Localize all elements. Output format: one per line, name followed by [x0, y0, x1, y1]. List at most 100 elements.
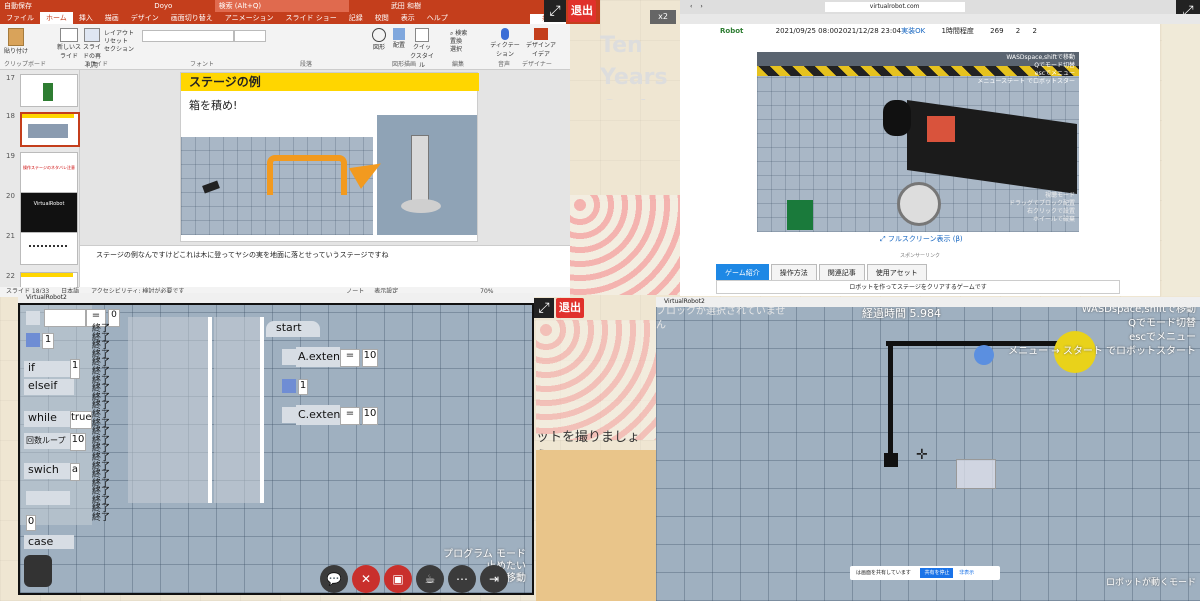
ppt-titlebar: 自動保存 Doyo 検索 (Alt+Q) 武田 和樹	[0, 0, 600, 12]
ppt-tab[interactable]: 表示	[395, 12, 421, 24]
design-ideas-button[interactable]: デザインアイデア	[524, 28, 558, 58]
ppt-tab[interactable]: ヘルプ	[421, 12, 454, 24]
fullscreen-link[interactable]: ⤢ フルスクリーン表示 (β)	[880, 234, 963, 244]
joint-marker	[974, 345, 994, 365]
ppt-tab[interactable]: ホーム	[40, 12, 73, 24]
forward-icon[interactable]: ›	[700, 3, 702, 10]
game-video[interactable]: WASDspace,shiftで移動 Qでモード切替 escでメニュー メニューステー…	[757, 52, 1079, 232]
slide-screenshot-box	[377, 115, 477, 235]
reuse-icon	[84, 28, 100, 42]
ppt-tab[interactable]: 描画	[99, 12, 125, 24]
current-slide[interactable]: ステージの例 箱を積め!	[180, 72, 479, 242]
sim-mode-label: ロボットが動くモード	[1105, 578, 1196, 588]
fullscreen-icon-editor[interactable]: ⤢	[534, 298, 554, 318]
wait-val-slot[interactable]: 1	[42, 333, 54, 349]
leave-icon[interactable]: ⇥	[480, 565, 508, 593]
fullscreen-icon[interactable]: ⤢	[544, 0, 566, 22]
meeting-pattern-strip-2	[536, 320, 656, 440]
ppt-tab[interactable]: ファイル	[0, 12, 40, 24]
robot-arm-vertical	[888, 341, 893, 461]
slide-thumb-20[interactable]: VirtualRobot	[20, 192, 78, 233]
while-block[interactable]: while	[24, 411, 74, 427]
wait-block-icon[interactable]	[26, 333, 40, 347]
exit-button-top[interactable]: 退出	[568, 0, 596, 22]
palm-icon	[43, 83, 53, 101]
slide-icon	[60, 28, 78, 42]
video-help-line: ホイールで破棄	[1032, 216, 1075, 223]
new-slide-button[interactable]: 新しいスライド	[56, 28, 82, 60]
program-assign-1-var[interactable]: A.extend	[296, 347, 347, 367]
video-off-icon[interactable]: ▣	[384, 565, 412, 593]
shapes-icon	[372, 28, 386, 42]
program-assign-2-var[interactable]: C.extend	[296, 405, 347, 425]
while-cond-slot[interactable]: true	[70, 411, 92, 429]
back-icon[interactable]: ‹	[690, 3, 692, 10]
assign-var-slot[interactable]	[44, 309, 86, 327]
font-name-select[interactable]	[142, 30, 234, 42]
game-description: ロボットを作ってステージをクリアするゲームです	[716, 280, 1120, 294]
start-block[interactable]: start	[266, 321, 320, 337]
loop-count-slot[interactable]: 10	[70, 433, 86, 451]
simulator-view[interactable]: ブロックが選択されていません ✛ 経過時間 5.984 WASDspace,sh…	[656, 297, 1200, 601]
loop-block[interactable]: 回数ループ	[24, 433, 72, 449]
slide-notes[interactable]: ステージの例なんですけどこれは木に登ってヤシの実を地面に落とせっていうステージで…	[80, 245, 570, 287]
arrange-button[interactable]: 配置	[390, 28, 408, 49]
ppt-autosave[interactable]: 自動保存	[4, 2, 32, 10]
slide-thumb-19[interactable]: 操作ステージのネタバレ注意	[20, 152, 78, 197]
more-icon[interactable]: ⋯	[448, 565, 476, 593]
case-val-slot[interactable]: 0	[26, 515, 36, 531]
chat-icon[interactable]: 💬	[320, 565, 348, 593]
hide-share-button[interactable]: 非表示	[959, 570, 974, 576]
group-voice: 音声	[498, 61, 511, 68]
switch-body	[26, 491, 70, 505]
slide-thumb-17[interactable]	[20, 74, 78, 107]
elseif-block[interactable]: elseif	[24, 379, 74, 395]
background-logo-text: Ten Years Coder	[600, 33, 673, 100]
ppt-tab[interactable]: デザイン	[125, 12, 165, 24]
editor-titlebar: VirtualRobot2	[18, 293, 534, 303]
if-cond-slot[interactable]: 1	[70, 359, 80, 379]
paste-button[interactable]: 貼り付け	[4, 28, 28, 55]
slide-thumb-18[interactable]	[20, 112, 80, 147]
slide-title: ステージの例	[181, 73, 479, 91]
shape-button[interactable]: 図形	[370, 28, 388, 51]
palette-scrollbar[interactable]	[208, 317, 212, 503]
ppt-tab[interactable]: スライド ショー	[280, 12, 343, 24]
mic-off-icon[interactable]: ✕	[352, 565, 380, 593]
ppt-search[interactable]: 検索 (Alt+Q)	[214, 0, 349, 12]
slide-thumb-22[interactable]	[20, 272, 78, 288]
ppt-tab[interactable]: 校閲	[369, 12, 395, 24]
address-bar[interactable]: virtualrobot.com	[824, 2, 965, 12]
video-controls-overlay: WASDspace,shiftで移動 Qでモード切替 escでメニュー メニューステー…	[977, 54, 1075, 86]
sim-control-line: Qでモード切替	[1128, 318, 1196, 329]
palette-scrollbar-2[interactable]	[260, 317, 264, 503]
program-wait-val[interactable]: 1	[298, 379, 308, 395]
assign-block[interactable]	[26, 311, 40, 325]
program-assign-2-handle[interactable]	[282, 407, 296, 423]
ppt-tab[interactable]: 挿入	[73, 12, 99, 24]
program-assign-1-op[interactable]: =	[340, 349, 360, 367]
dictate-button[interactable]: ディクテーション	[490, 28, 520, 58]
zoom-badge[interactable]: x2	[650, 10, 676, 24]
switch-block[interactable]: swich	[24, 463, 74, 479]
ppt-doc-name: Doyo	[154, 2, 173, 10]
program-assign-2-op[interactable]: =	[340, 407, 360, 425]
program-assign-1-handle[interactable]	[282, 349, 296, 365]
slide-thumb-21[interactable]	[20, 232, 78, 265]
program-assign-1-val[interactable]: 10	[362, 349, 378, 367]
program-assign-2-val[interactable]: 10	[362, 407, 378, 425]
meeting-floor	[536, 450, 656, 601]
coffee-icon[interactable]: ☕	[416, 565, 444, 593]
case-block[interactable]: case	[24, 535, 74, 549]
program-wait-icon[interactable]	[282, 379, 296, 393]
ppt-tab[interactable]: 記録	[343, 12, 369, 24]
font-size-select[interactable]	[234, 30, 266, 42]
ppt-tab[interactable]: アニメーション	[219, 12, 280, 24]
ppt-tab[interactable]: 画面切り替え	[165, 12, 219, 24]
switch-var-slot[interactable]: a	[70, 463, 80, 481]
if-block[interactable]: if	[24, 361, 74, 377]
exit-button-editor[interactable]: 退出	[556, 298, 584, 318]
section-button[interactable]: セクション	[104, 44, 134, 53]
stop-share-button[interactable]: 共有を停止	[920, 568, 954, 578]
select-button[interactable]: 選択	[450, 44, 462, 53]
